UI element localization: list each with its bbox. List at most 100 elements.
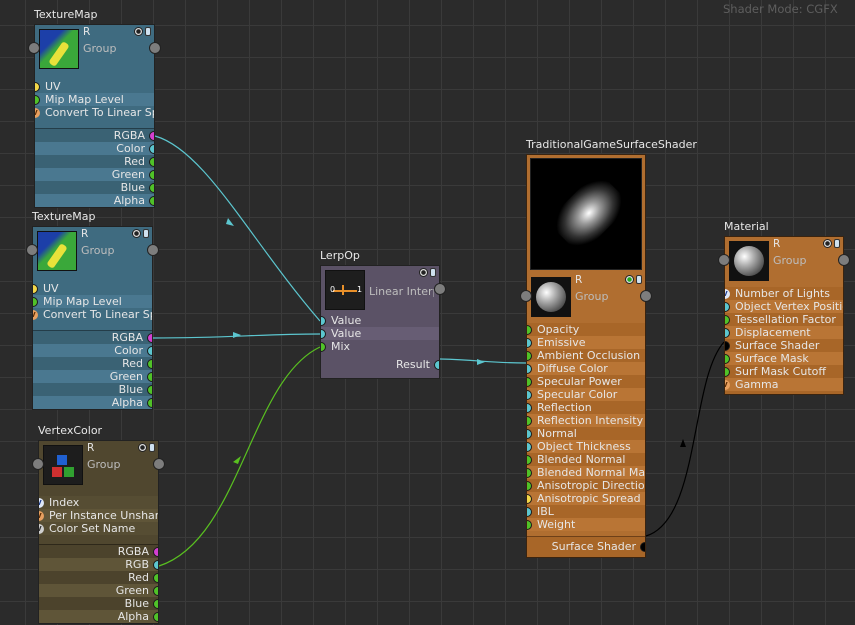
surface-input-reflection-intensity[interactable]: Reflection Intensity bbox=[527, 414, 645, 427]
port-dot[interactable] bbox=[527, 350, 532, 361]
node-left-port[interactable] bbox=[718, 254, 730, 266]
bool-v-icon[interactable]: V bbox=[35, 107, 40, 118]
texturemap-node-1[interactable]: TextureMap R Group UV Mip Map Level VCon… bbox=[28, 8, 161, 208]
material-input-surface-shader[interactable]: Surface Shader bbox=[725, 339, 843, 352]
node-right-port[interactable] bbox=[149, 42, 161, 54]
output-red[interactable]: Red bbox=[39, 571, 158, 584]
surface-input-blended-normal[interactable]: Blended Normal bbox=[527, 453, 645, 466]
input-convert-linear[interactable]: VConvert To Linear Space bbox=[35, 106, 154, 119]
eye-icon[interactable] bbox=[138, 443, 147, 452]
surface-input-blended-normal-mask[interactable]: Blended Normal Mask bbox=[527, 466, 645, 479]
port-dot[interactable] bbox=[153, 546, 158, 557]
surface-input-opacity[interactable]: Opacity bbox=[527, 323, 645, 336]
output-alpha[interactable]: Alpha bbox=[35, 194, 154, 207]
port-dot[interactable] bbox=[321, 341, 326, 352]
port-dot[interactable] bbox=[149, 169, 154, 180]
v-badge-icon[interactable]: V bbox=[725, 288, 730, 299]
input-convert-linear[interactable]: VConvert To Linear Space bbox=[33, 308, 152, 321]
output-rgba[interactable]: RGBA bbox=[35, 129, 154, 142]
port-dot[interactable] bbox=[153, 598, 158, 609]
wire-vertexcolor-red-to-lerp-mix[interactable] bbox=[158, 346, 321, 567]
port-dot[interactable] bbox=[725, 314, 730, 325]
output-color[interactable]: Color bbox=[35, 142, 154, 155]
wire-texmap1-color-to-lerp-value[interactable] bbox=[154, 135, 321, 322]
port-dot[interactable] bbox=[153, 559, 158, 570]
eye-icon[interactable] bbox=[823, 239, 832, 248]
surface-input-weight[interactable]: Weight bbox=[527, 518, 645, 531]
port-dot[interactable] bbox=[153, 572, 158, 583]
port-dot[interactable] bbox=[147, 332, 152, 343]
material-input-gamma[interactable]: VGamma bbox=[725, 378, 843, 391]
bool-v-icon[interactable]: V bbox=[33, 309, 38, 320]
output-alpha[interactable]: Alpha bbox=[39, 610, 158, 623]
node-right-port[interactable] bbox=[153, 458, 165, 470]
lock-icon[interactable] bbox=[636, 275, 642, 284]
wire-surface-to-material[interactable] bbox=[645, 341, 725, 537]
material-input-number-of-lights[interactable]: VNumber of Lights bbox=[725, 287, 843, 300]
vertexcolor-node[interactable]: VertexColor R Group VIndex VPer Instance… bbox=[32, 424, 165, 624]
surface-input-diffuse-color[interactable]: Diffuse Color bbox=[527, 362, 645, 375]
material-node[interactable]: Material R Group VNumber of LightsObject… bbox=[718, 220, 850, 395]
port-dot[interactable] bbox=[321, 315, 326, 326]
output-rgba[interactable]: RGBA bbox=[39, 545, 158, 558]
port-dot[interactable] bbox=[527, 493, 532, 504]
wire-texmap2-color-to-lerp-value[interactable] bbox=[152, 333, 321, 339]
material-input-surface-mask[interactable]: Surface Mask bbox=[725, 352, 843, 365]
port-dot[interactable] bbox=[147, 371, 152, 382]
lock-icon[interactable] bbox=[149, 443, 155, 452]
output-red[interactable]: Red bbox=[35, 155, 154, 168]
lock-icon[interactable] bbox=[834, 239, 840, 248]
eye-icon[interactable] bbox=[625, 275, 634, 284]
output-green[interactable]: Green bbox=[39, 584, 158, 597]
surface-input-specular-power[interactable]: Specular Power bbox=[527, 375, 645, 388]
input-value-a[interactable]: Value bbox=[321, 314, 439, 327]
output-blue[interactable]: Blue bbox=[35, 181, 154, 194]
material-input-surf-mask-cutoff[interactable]: Surf Mask Cutoff bbox=[725, 365, 843, 378]
texturemap-node-2[interactable]: TextureMap R Group UV Mip Map Level VCon… bbox=[26, 210, 159, 410]
v-badge-icon[interactable]: V bbox=[725, 379, 730, 390]
port-dot[interactable] bbox=[527, 324, 532, 335]
input-per-instance[interactable]: VPer Instance Unshared bbox=[39, 509, 158, 522]
surface-input-anisotropic-direction[interactable]: Anisotropic Direction bbox=[527, 479, 645, 492]
node-left-port[interactable] bbox=[520, 290, 532, 302]
surface-input-emissive[interactable]: Emissive bbox=[527, 336, 645, 349]
input-index[interactable]: VIndex bbox=[39, 496, 158, 509]
output-red[interactable]: Red bbox=[33, 357, 152, 370]
lock-icon[interactable] bbox=[143, 229, 149, 238]
output-green[interactable]: Green bbox=[35, 168, 154, 181]
port-dot[interactable] bbox=[725, 327, 730, 338]
port-dot[interactable] bbox=[321, 328, 326, 339]
surface-input-anisotropic-spread[interactable]: Anisotropic Spread bbox=[527, 492, 645, 505]
port-dot[interactable] bbox=[153, 585, 158, 596]
node-right-port[interactable] bbox=[434, 283, 446, 295]
port-dot[interactable] bbox=[33, 283, 38, 294]
port-dot[interactable] bbox=[149, 130, 154, 141]
port-dot[interactable] bbox=[35, 94, 40, 105]
port-dot[interactable] bbox=[149, 195, 154, 206]
port-dot[interactable] bbox=[147, 384, 152, 395]
string-v-icon[interactable]: V bbox=[39, 523, 44, 534]
input-color-set-name[interactable]: VColor Set Name bbox=[39, 522, 158, 535]
surface-input-normal[interactable]: Normal bbox=[527, 427, 645, 440]
port-dot[interactable] bbox=[527, 441, 532, 452]
bool-v-icon[interactable]: V bbox=[39, 510, 44, 521]
port-dot[interactable] bbox=[527, 467, 532, 478]
output-result[interactable]: Result bbox=[321, 358, 439, 371]
lock-icon[interactable] bbox=[430, 268, 436, 277]
port-dot[interactable] bbox=[725, 353, 730, 364]
wire-lerp-result-to-diffuse[interactable] bbox=[439, 358, 527, 364]
port-dot[interactable] bbox=[149, 143, 154, 154]
output-rgb[interactable]: RGB bbox=[39, 558, 158, 571]
surface-input-specular-color[interactable]: Specular Color bbox=[527, 388, 645, 401]
input-mix[interactable]: Mix bbox=[321, 340, 439, 353]
port-dot[interactable] bbox=[35, 81, 40, 92]
material-input-displacement[interactable]: Displacement bbox=[725, 326, 843, 339]
material-input-object-vertex-position[interactable]: Object Vertex Position bbox=[725, 300, 843, 313]
output-blue[interactable]: Blue bbox=[39, 597, 158, 610]
port-dot[interactable] bbox=[147, 345, 152, 356]
surface-input-object-thickness[interactable]: Object Thickness bbox=[527, 440, 645, 453]
node-left-port[interactable] bbox=[32, 458, 44, 470]
lock-icon[interactable] bbox=[145, 27, 151, 36]
node-right-port[interactable] bbox=[147, 244, 159, 256]
node-right-port[interactable] bbox=[838, 254, 850, 266]
